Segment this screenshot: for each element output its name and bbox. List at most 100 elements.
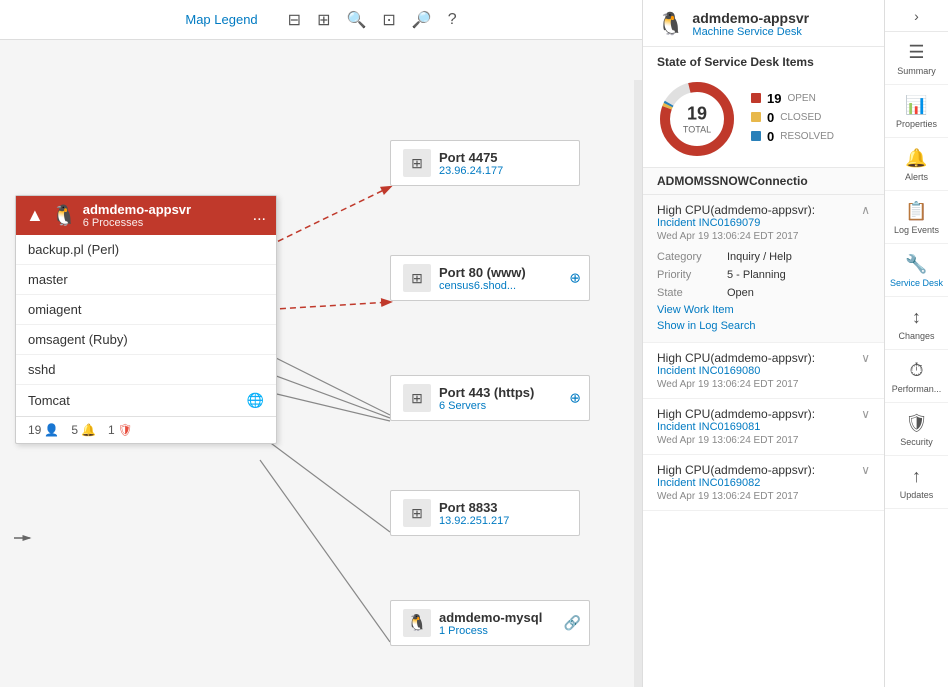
incident-item-2[interactable]: High CPU(admdemo-appsvr): Incident INC01… — [643, 343, 884, 399]
node-icon: ⊞ — [403, 149, 431, 177]
incident-1-header: High CPU(admdemo-appsvr): Incident INC01… — [657, 203, 870, 242]
resolved-label: RESOLVED — [780, 131, 834, 142]
list-item[interactable]: omsagent (Ruby) — [16, 325, 276, 355]
incident-1-chevron[interactable]: ∧ — [861, 203, 870, 217]
incident-group-header: ADMOMSSNOWConnectio — [643, 168, 884, 195]
nav-item-security[interactable]: 🛡 Security — [885, 403, 948, 456]
node-info: Port 4475 23.96.24.177 — [439, 150, 503, 177]
nav-item-log-events[interactable]: 📋 Log Events — [885, 191, 948, 244]
node-port-80[interactable]: ⊞ Port 80 (www) census6.shod... ⊕ — [390, 255, 590, 301]
globe-icon: 🌐 — [247, 392, 264, 409]
updates-icon: ↑ — [912, 466, 921, 487]
list-item[interactable]: master — [16, 265, 276, 295]
show-log-search-link[interactable]: Show in Log Search — [657, 318, 870, 334]
incident-3-header: High CPU(admdemo-appsvr): Incident INC01… — [657, 407, 870, 446]
badge-count1: 19 👤 — [28, 423, 59, 437]
nav-item-summary[interactable]: ☰ Summary — [885, 32, 948, 85]
node-port-4475[interactable]: ⊞ Port 4475 23.96.24.177 — [390, 140, 580, 186]
node-icon: ⊞ — [403, 384, 431, 412]
incident-1-info: High CPU(admdemo-appsvr): Incident INC01… — [657, 203, 815, 242]
right-panel-linux-icon: 🐧 — [657, 11, 684, 37]
node-mysql[interactable]: 🐧 admdemo-mysql 1 Process 🔗 — [390, 600, 590, 646]
alerts-icon: 🔔 — [905, 148, 927, 169]
node-info: Port 80 (www) census6.shod... — [439, 265, 526, 292]
process-panel: ▲ 🐧 admdemo-appsvr 6 Processes ... — [15, 195, 277, 444]
map-canvas: ▲ 🐧 admdemo-appsvr 6 Processes ... — [0, 40, 642, 687]
node-title: admdemo-mysql — [439, 610, 542, 625]
incident-item-4[interactable]: High CPU(admdemo-appsvr): Incident INC01… — [643, 455, 884, 511]
list-item[interactable]: omiagent — [16, 295, 276, 325]
log-events-label: Log Events — [894, 225, 939, 235]
list-item[interactable]: Tomcat 🌐 — [16, 385, 276, 416]
incident-3-info: High CPU(admdemo-appsvr): Incident INC01… — [657, 407, 815, 446]
fit-icon[interactable]: ⊡ — [382, 10, 395, 30]
legend-resolved: 0 RESOLVED — [751, 129, 870, 144]
closed-dot — [751, 112, 761, 122]
nav-item-changes[interactable]: ↕ Changes — [885, 297, 948, 350]
help-icon[interactable]: ? — [448, 11, 457, 29]
detail-row-category: Category Inquiry / Help — [657, 248, 870, 266]
external-link-icon[interactable]: ⊕ — [569, 390, 581, 407]
process-name: omiagent — [28, 302, 81, 317]
node-port-8833[interactable]: ⊞ Port 8833 13.92.251.217 — [390, 490, 580, 536]
node-title: Port 80 (www) — [439, 265, 526, 280]
view-work-item-link[interactable]: View Work Item — [657, 302, 870, 318]
incident-3-chevron[interactable]: ∨ — [861, 407, 870, 421]
list-item[interactable]: backup.pl (Perl) — [16, 235, 276, 265]
nav-item-service-desk[interactable]: 🔧 Service Desk — [885, 244, 948, 297]
nav-item-alerts[interactable]: 🔔 Alerts — [885, 138, 948, 191]
node-title: Port 4475 — [439, 150, 503, 165]
changes-label: Changes — [898, 331, 934, 341]
node-icon: ⊞ — [403, 264, 431, 292]
nav-item-properties[interactable]: 📊 Properties — [885, 85, 948, 138]
service-desk-label: Service Desk — [890, 278, 943, 288]
node-icon: 🐧 — [403, 609, 431, 637]
process-name: sshd — [28, 362, 55, 377]
incident-item-3[interactable]: High CPU(admdemo-appsvr): Incident INC01… — [643, 399, 884, 455]
incident-4-chevron[interactable]: ∨ — [861, 463, 870, 477]
donut-center: 19 TOTAL — [683, 104, 711, 135]
list-item[interactable]: sshd — [16, 355, 276, 385]
process-linux-icon: 🐧 — [52, 203, 77, 228]
zoom-in-icon[interactable]: 🔎 — [412, 10, 432, 30]
log-events-icon: 📋 — [905, 201, 927, 222]
nav-item-performance[interactable]: ⏱ Performan... — [885, 350, 948, 403]
right-panel-name: admdemo-appsvr — [692, 10, 809, 26]
right-panel-title-info: admdemo-appsvr Machine Service Desk — [692, 10, 809, 38]
node-title: Port 443 (https) — [439, 385, 534, 400]
security-icon: 🛡 — [905, 413, 928, 434]
process-panel-title: admdemo-appsvr — [83, 202, 191, 217]
incident-3-date: Wed Apr 19 13:06:24 EDT 2017 — [657, 435, 815, 446]
incident-2-chevron[interactable]: ∨ — [861, 351, 870, 365]
process-name: Tomcat — [28, 393, 70, 408]
process-panel-menu[interactable]: ... — [253, 207, 266, 225]
nav-forward-arrow[interactable]: › — [885, 0, 948, 32]
incident-2-number: Incident INC0169080 — [657, 365, 815, 377]
incident-item-1[interactable]: High CPU(admdemo-appsvr): Incident INC01… — [643, 195, 884, 343]
service-desk-title: State of Service Desk Items — [643, 47, 884, 73]
maximize-icon[interactable]: ⊞ — [317, 10, 330, 30]
node-inner: ⊞ Port 443 (https) 6 Servers — [403, 384, 577, 412]
process-name: backup.pl (Perl) — [28, 242, 119, 257]
service-desk-icon: 🔧 — [905, 254, 927, 275]
summary-label: Summary — [897, 66, 936, 76]
process-collapse-icon[interactable]: ▲ — [26, 205, 44, 226]
minimize-icon[interactable]: ⊟ — [288, 10, 301, 30]
nav-item-updates[interactable]: ↑ Updates — [885, 456, 948, 509]
closed-count: 0 — [767, 110, 774, 125]
node-inner: ⊞ Port 4475 23.96.24.177 — [403, 149, 567, 177]
state-value: Open — [727, 287, 754, 299]
map-scrollbar[interactable] — [634, 80, 642, 687]
node-port-443[interactable]: ⊞ Port 443 (https) 6 Servers ⊕ — [390, 375, 590, 421]
count2-value: 5 — [71, 423, 78, 437]
db-link-icon[interactable]: 🔗 — [564, 615, 581, 632]
incidents-scroll[interactable]: ADMOMSSNOWConnectio High CPU(admdemo-app… — [643, 167, 884, 687]
zoom-out-icon[interactable]: 🔍 — [346, 10, 366, 30]
legend-closed: 0 CLOSED — [751, 110, 870, 125]
incident-1-number: Incident INC0169079 — [657, 217, 815, 229]
priority-label: Priority — [657, 269, 727, 281]
incident-1-date: Wed Apr 19 13:06:24 EDT 2017 — [657, 231, 815, 242]
updates-label: Updates — [900, 490, 934, 500]
process-name: omsagent (Ruby) — [28, 332, 128, 347]
external-link-icon[interactable]: ⊕ — [569, 270, 581, 287]
